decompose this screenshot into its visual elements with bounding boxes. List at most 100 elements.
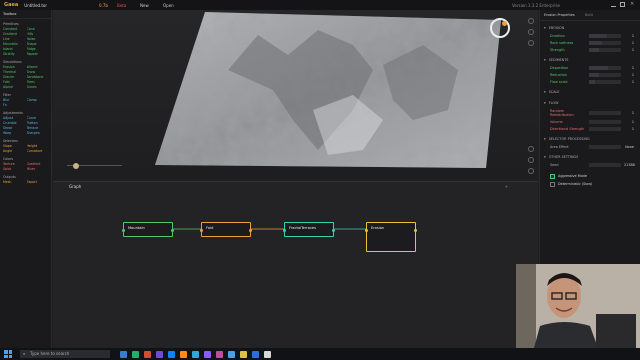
toolbox-item[interactable]: Texture	[3, 162, 25, 166]
input-port[interactable]	[283, 229, 286, 232]
close-icon[interactable]: ×	[630, 2, 635, 7]
property-slider[interactable]	[589, 162, 621, 167]
toolbox-item[interactable]: Terrace	[27, 126, 49, 130]
view-gizmo-icon[interactable]	[490, 18, 510, 38]
property-value[interactable]: 1	[624, 66, 634, 70]
toolbox-item[interactable]: Curve	[27, 116, 49, 120]
toolbox-group-title[interactable]: Adjustments	[3, 111, 48, 115]
property-section-header[interactable]: ▾ OTHER SETTINGS	[540, 153, 640, 161]
toolbox-item[interactable]: Splat	[3, 167, 25, 171]
windows-start-icon[interactable]	[4, 350, 12, 358]
toolbox-item[interactable]: Blur	[3, 98, 25, 102]
toolbox-item[interactable]: Warp	[3, 131, 25, 135]
input-port[interactable]	[200, 229, 203, 232]
property-section-header[interactable]: ▾ SEDIMENTS	[540, 56, 640, 64]
toolbox-item[interactable]: Trees	[27, 80, 49, 84]
toolbox-item[interactable]: Stratify	[3, 52, 25, 56]
taskbar-app-icon[interactable]	[216, 350, 223, 358]
property-value[interactable]: 1	[624, 41, 634, 45]
settings-icon[interactable]	[528, 157, 534, 163]
toolbox-item[interactable]: Mesh	[3, 180, 25, 184]
toolbox-item[interactable]: Ridge	[27, 47, 49, 51]
toolbox-item[interactable]: Mixer	[27, 167, 49, 171]
toolbox-item[interactable]: Shape	[27, 42, 49, 46]
taskbar-app-icon[interactable]	[264, 350, 271, 358]
toolbox-item[interactable]: Fx	[3, 103, 25, 107]
taskbar-app-icon[interactable]	[144, 350, 151, 358]
toolbox-item[interactable]: Cone	[27, 27, 49, 31]
property-value[interactable]: 1	[624, 127, 634, 131]
toolbox-group-title[interactable]: Selectors	[3, 139, 48, 143]
property-slider[interactable]	[589, 47, 621, 52]
toolbox-item[interactable]: Crumble	[3, 121, 25, 125]
toolbox-item[interactable]: Snow	[27, 70, 49, 74]
camera-icon[interactable]	[528, 18, 534, 24]
taskbar-app-icon[interactable]	[132, 350, 139, 358]
new-menu[interactable]: New	[140, 3, 149, 8]
taskbar-app-icon[interactable]	[192, 350, 199, 358]
toolbox-item[interactable]: Gradient	[3, 32, 25, 36]
toolbox-group-title[interactable]: Colors	[3, 157, 48, 161]
deterministic-checkbox[interactable]	[550, 181, 555, 187]
taskbar-app-icon[interactable]	[180, 350, 187, 358]
maximize-icon[interactable]	[620, 2, 625, 7]
toolbox-item[interactable]: Repeat	[27, 52, 49, 56]
property-value[interactable]: 1	[624, 34, 634, 38]
toolbox-item[interactable]: Wizard	[27, 65, 49, 69]
toolbox-item[interactable]: Flatten	[27, 121, 49, 125]
open-menu[interactable]: Open	[163, 3, 174, 8]
taskbar-app-icon[interactable]	[252, 350, 259, 358]
expand-icon[interactable]	[528, 168, 534, 174]
property-value[interactable]: 1	[624, 48, 634, 52]
property-value[interactable]: None	[624, 145, 634, 149]
minimize-icon[interactable]	[611, 2, 616, 7]
property-section-header[interactable]: ▾ SELECTOR PROCESSING	[540, 135, 640, 143]
toolbox-item[interactable]: Erosion	[3, 65, 25, 69]
toolbox-item[interactable]: Fold	[3, 80, 25, 84]
toolbox-item[interactable]: Sharpen	[27, 131, 49, 135]
taskbar-search[interactable]: ⌕ Type here to search	[20, 350, 110, 358]
graph-node[interactable]: Mountain	[122, 222, 174, 237]
toolbox-item[interactable]: Alpine	[3, 85, 25, 89]
taskbar-app-icon[interactable]	[168, 350, 175, 358]
property-value[interactable]: 21388	[624, 163, 635, 167]
input-port[interactable]	[365, 229, 368, 232]
property-slider[interactable]	[589, 72, 621, 77]
grid-icon[interactable]	[528, 40, 534, 46]
property-slider[interactable]	[589, 79, 621, 84]
property-section-header[interactable]: ▾ EROSION	[540, 24, 640, 32]
taskbar-app-icon[interactable]	[120, 350, 127, 358]
toolbox-item[interactable]: Clamp	[27, 98, 49, 102]
taskbar-app-icon[interactable]	[240, 350, 247, 358]
property-slider[interactable]	[589, 40, 621, 45]
view-slider-knob[interactable]	[73, 163, 79, 169]
3d-viewport[interactable]	[53, 10, 538, 180]
property-slider[interactable]	[589, 110, 621, 115]
taskbar-app-icon[interactable]	[228, 350, 235, 358]
toolbox-item[interactable]: Dunes	[27, 85, 49, 89]
toolbox-item[interactable]: Mountain	[3, 42, 25, 46]
property-slider[interactable]	[589, 65, 621, 70]
output-port[interactable]	[332, 229, 335, 232]
property-slider[interactable]	[589, 33, 621, 38]
toolbox-item[interactable]: Island	[3, 47, 25, 51]
property-slider[interactable]	[589, 144, 621, 149]
property-slider[interactable]	[589, 119, 621, 124]
property-section-header[interactable]: ▾ FLOW	[540, 99, 640, 107]
toolbox-item[interactable]: Thermal	[3, 70, 25, 74]
graph-panel[interactable]: Graph + Mountain Fold FractalTerraces Erosi…	[53, 181, 538, 348]
toolbox-item[interactable]: Angle	[3, 149, 25, 153]
toolbox-item[interactable]: Sandstone	[27, 75, 49, 79]
property-value[interactable]: 1	[624, 111, 634, 115]
tab-properties[interactable]: Erosion Properties	[544, 13, 575, 17]
property-value[interactable]: 1	[624, 80, 634, 84]
toolbox-item[interactable]: Curvature	[27, 149, 49, 153]
property-value[interactable]: 1	[624, 73, 634, 77]
toolbox-item[interactable]: Slope	[3, 144, 25, 148]
toolbox-group-title[interactable]: Primitives	[3, 22, 48, 26]
toolbox-item[interactable]: Height	[27, 144, 49, 148]
property-value[interactable]: 1	[624, 120, 634, 124]
light-icon[interactable]	[528, 29, 534, 35]
input-port[interactable]	[122, 229, 125, 232]
toolbox-item[interactable]: Glacier	[3, 75, 25, 79]
